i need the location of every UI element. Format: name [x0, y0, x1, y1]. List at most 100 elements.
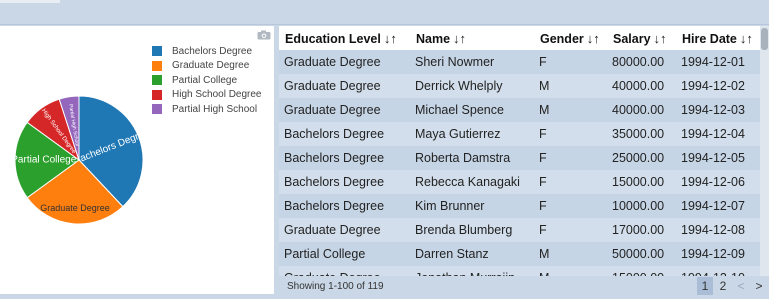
- legend-swatch: [152, 89, 162, 100]
- table-row[interactable]: Graduate DegreeJonathan MurraiinM15000.0…: [279, 266, 769, 276]
- table-cell: F: [534, 122, 607, 146]
- table-cell: 50000.00: [607, 242, 676, 266]
- table-row[interactable]: Bachelors Degree Maya Gutierrez F 35000.00 1…: [279, 122, 769, 146]
- table-cell: Maya Gutierrez: [410, 122, 534, 146]
- table-cell: 1994-12-06: [676, 170, 769, 194]
- table-cell: 1994-12-07: [676, 194, 769, 218]
- legend-item[interactable]: Bachelors Degree: [152, 44, 262, 59]
- legend-label: Graduate Degree: [172, 60, 250, 72]
- table-cell: Kim Brunner: [410, 194, 534, 218]
- table-cell: Graduate Degree: [279, 98, 410, 122]
- scrollbar-thumb[interactable]: [761, 28, 768, 50]
- legend-swatch: [152, 75, 162, 86]
- table-cell: Derrick Whelply: [410, 74, 534, 98]
- legend-item[interactable]: Graduate Degree: [152, 59, 262, 74]
- legend-label: Partial High School: [172, 103, 258, 115]
- column-header-label: Education Level: [285, 31, 381, 46]
- table-cell: 15000.00: [607, 170, 676, 194]
- table-cell: Sheri Nowmer: [410, 50, 534, 74]
- table-cell: 17000.00: [607, 218, 676, 242]
- table-cell: M: [534, 242, 607, 266]
- pie-slice-label: Partial College: [11, 155, 76, 166]
- table-cell: Partial College: [279, 242, 410, 266]
- page-1-button[interactable]: 1: [697, 277, 713, 295]
- legend-item[interactable]: Partial College: [152, 73, 262, 88]
- table-cell: Rebecca Kanagaki: [410, 170, 534, 194]
- table-cell: M: [534, 74, 607, 98]
- table-cell: 1994-12-10: [676, 266, 769, 276]
- table-cell: Roberta Damstra: [410, 146, 534, 170]
- tab-indicator: [0, 0, 60, 3]
- table-cell: F: [534, 218, 607, 242]
- table-cell: Bachelors Degree: [279, 170, 410, 194]
- table-cell: 1994-12-09: [676, 242, 769, 266]
- column-header-label: Hire Date: [682, 31, 737, 46]
- legend-swatch: [152, 46, 162, 57]
- column-header-gender[interactable]: Gender ↓↑: [534, 26, 607, 50]
- table-row[interactable]: Bachelors Degree Roberta Damstra F 25000.00…: [279, 146, 769, 170]
- table-row[interactable]: Bachelors Degree Rebecca Kanagaki F 15000.0…: [279, 170, 769, 194]
- column-header-name[interactable]: Name ↓↑: [410, 26, 534, 50]
- table-cell: 40000.00: [607, 98, 676, 122]
- table-cell: 40000.00: [607, 74, 676, 98]
- pager: 1 2 < >: [695, 277, 767, 295]
- sort-icon[interactable]: ↓↑: [654, 31, 667, 46]
- table-cell: Jonathan Murraiin: [410, 266, 534, 276]
- table-cell: M: [534, 266, 607, 276]
- sort-icon[interactable]: ↓↑: [384, 31, 397, 46]
- next-page-button[interactable]: >: [751, 277, 767, 295]
- table-cell: 80000.00: [607, 50, 676, 74]
- table-row[interactable]: Graduate Degree Sheri Nowmer F 80000.00 1994…: [279, 50, 769, 74]
- table-cell: Darren Stanz: [410, 242, 534, 266]
- table-cell: 1994-12-08: [676, 218, 769, 242]
- sort-icon[interactable]: ↓↑: [740, 31, 753, 46]
- column-header-label: Gender: [540, 31, 584, 46]
- table-cell: Graduate Degree: [279, 74, 410, 98]
- column-header-education-level[interactable]: Education Level ↓↑: [279, 26, 410, 50]
- data-grid: Education Level ↓↑ Name ↓↑ Gender ↓↑ Salary ↓↑ H…: [279, 26, 769, 276]
- table-cell: 1994-12-01: [676, 50, 769, 74]
- table-cell: 1994-12-03: [676, 98, 769, 122]
- column-header-label: Name: [416, 31, 451, 46]
- table-cell: 35000.00: [607, 122, 676, 146]
- table-cell: 25000.00: [607, 146, 676, 170]
- table-cell: F: [534, 146, 607, 170]
- table-cell: Bachelors Degree: [279, 194, 410, 218]
- column-header-salary[interactable]: Salary ↓↑: [607, 26, 676, 50]
- sort-icon[interactable]: ↓↑: [587, 31, 600, 46]
- table-cell: 1994-12-04: [676, 122, 769, 146]
- header-row: Education Level ↓↑ Name ↓↑ Gender ↓↑ Salary ↓↑ H…: [279, 26, 769, 50]
- vertical-scrollbar[interactable]: [760, 26, 769, 276]
- pagination-info: Showing 1-100 of 119: [287, 281, 384, 292]
- pie-slice-label: Graduate Degree: [40, 203, 110, 213]
- table-row[interactable]: Partial College Darren Stanz M 50000.00 1994…: [279, 242, 769, 266]
- sort-icon[interactable]: ↓↑: [453, 31, 466, 46]
- legend-label: Bachelors Degree: [172, 45, 253, 57]
- column-header-label: Salary: [613, 31, 651, 46]
- table-cell: Michael Spence: [410, 98, 534, 122]
- table-cell: Bachelors Degree: [279, 146, 410, 170]
- table-cell: Graduate Degree: [279, 266, 410, 276]
- table-cell: 10000.00: [607, 194, 676, 218]
- table-row[interactable]: Graduate Degree Michael Spence M 40000.00 19…: [279, 98, 769, 122]
- column-header-hire-date[interactable]: Hire Date ↓↑: [676, 26, 769, 50]
- data-table: Education Level ↓↑ Name ↓↑ Gender ↓↑ Salary ↓↑ H…: [279, 26, 769, 276]
- table-cell: Graduate Degree: [279, 218, 410, 242]
- table-row[interactable]: Graduate Degree Brenda Blumberg F 17000.00 1…: [279, 218, 769, 242]
- prev-page-button[interactable]: <: [733, 277, 749, 295]
- table-cell: F: [534, 194, 607, 218]
- grid-footer: Showing 1-100 of 119 1 2 < >: [279, 276, 769, 297]
- chart-panel: Bachelors Degree Graduate Degree Partial C…: [0, 26, 274, 294]
- legend-item[interactable]: High School Degree: [152, 88, 262, 103]
- legend-item[interactable]: Partial High School: [152, 102, 262, 117]
- legend-label: Partial College: [172, 74, 238, 86]
- page-2-button[interactable]: 2: [715, 277, 731, 295]
- table-row[interactable]: Graduate Degree Derrick Whelply M 40000.00 1…: [279, 74, 769, 98]
- table-cell: 1994-12-05: [676, 146, 769, 170]
- table-cell: Brenda Blumberg: [410, 218, 534, 242]
- table-cell: F: [534, 50, 607, 74]
- table-cell: 1994-12-02: [676, 74, 769, 98]
- legend-swatch: [152, 104, 162, 115]
- table-row[interactable]: Bachelors Degree Kim Brunner F 10000.00 1994…: [279, 194, 769, 218]
- legend-swatch: [152, 60, 162, 71]
